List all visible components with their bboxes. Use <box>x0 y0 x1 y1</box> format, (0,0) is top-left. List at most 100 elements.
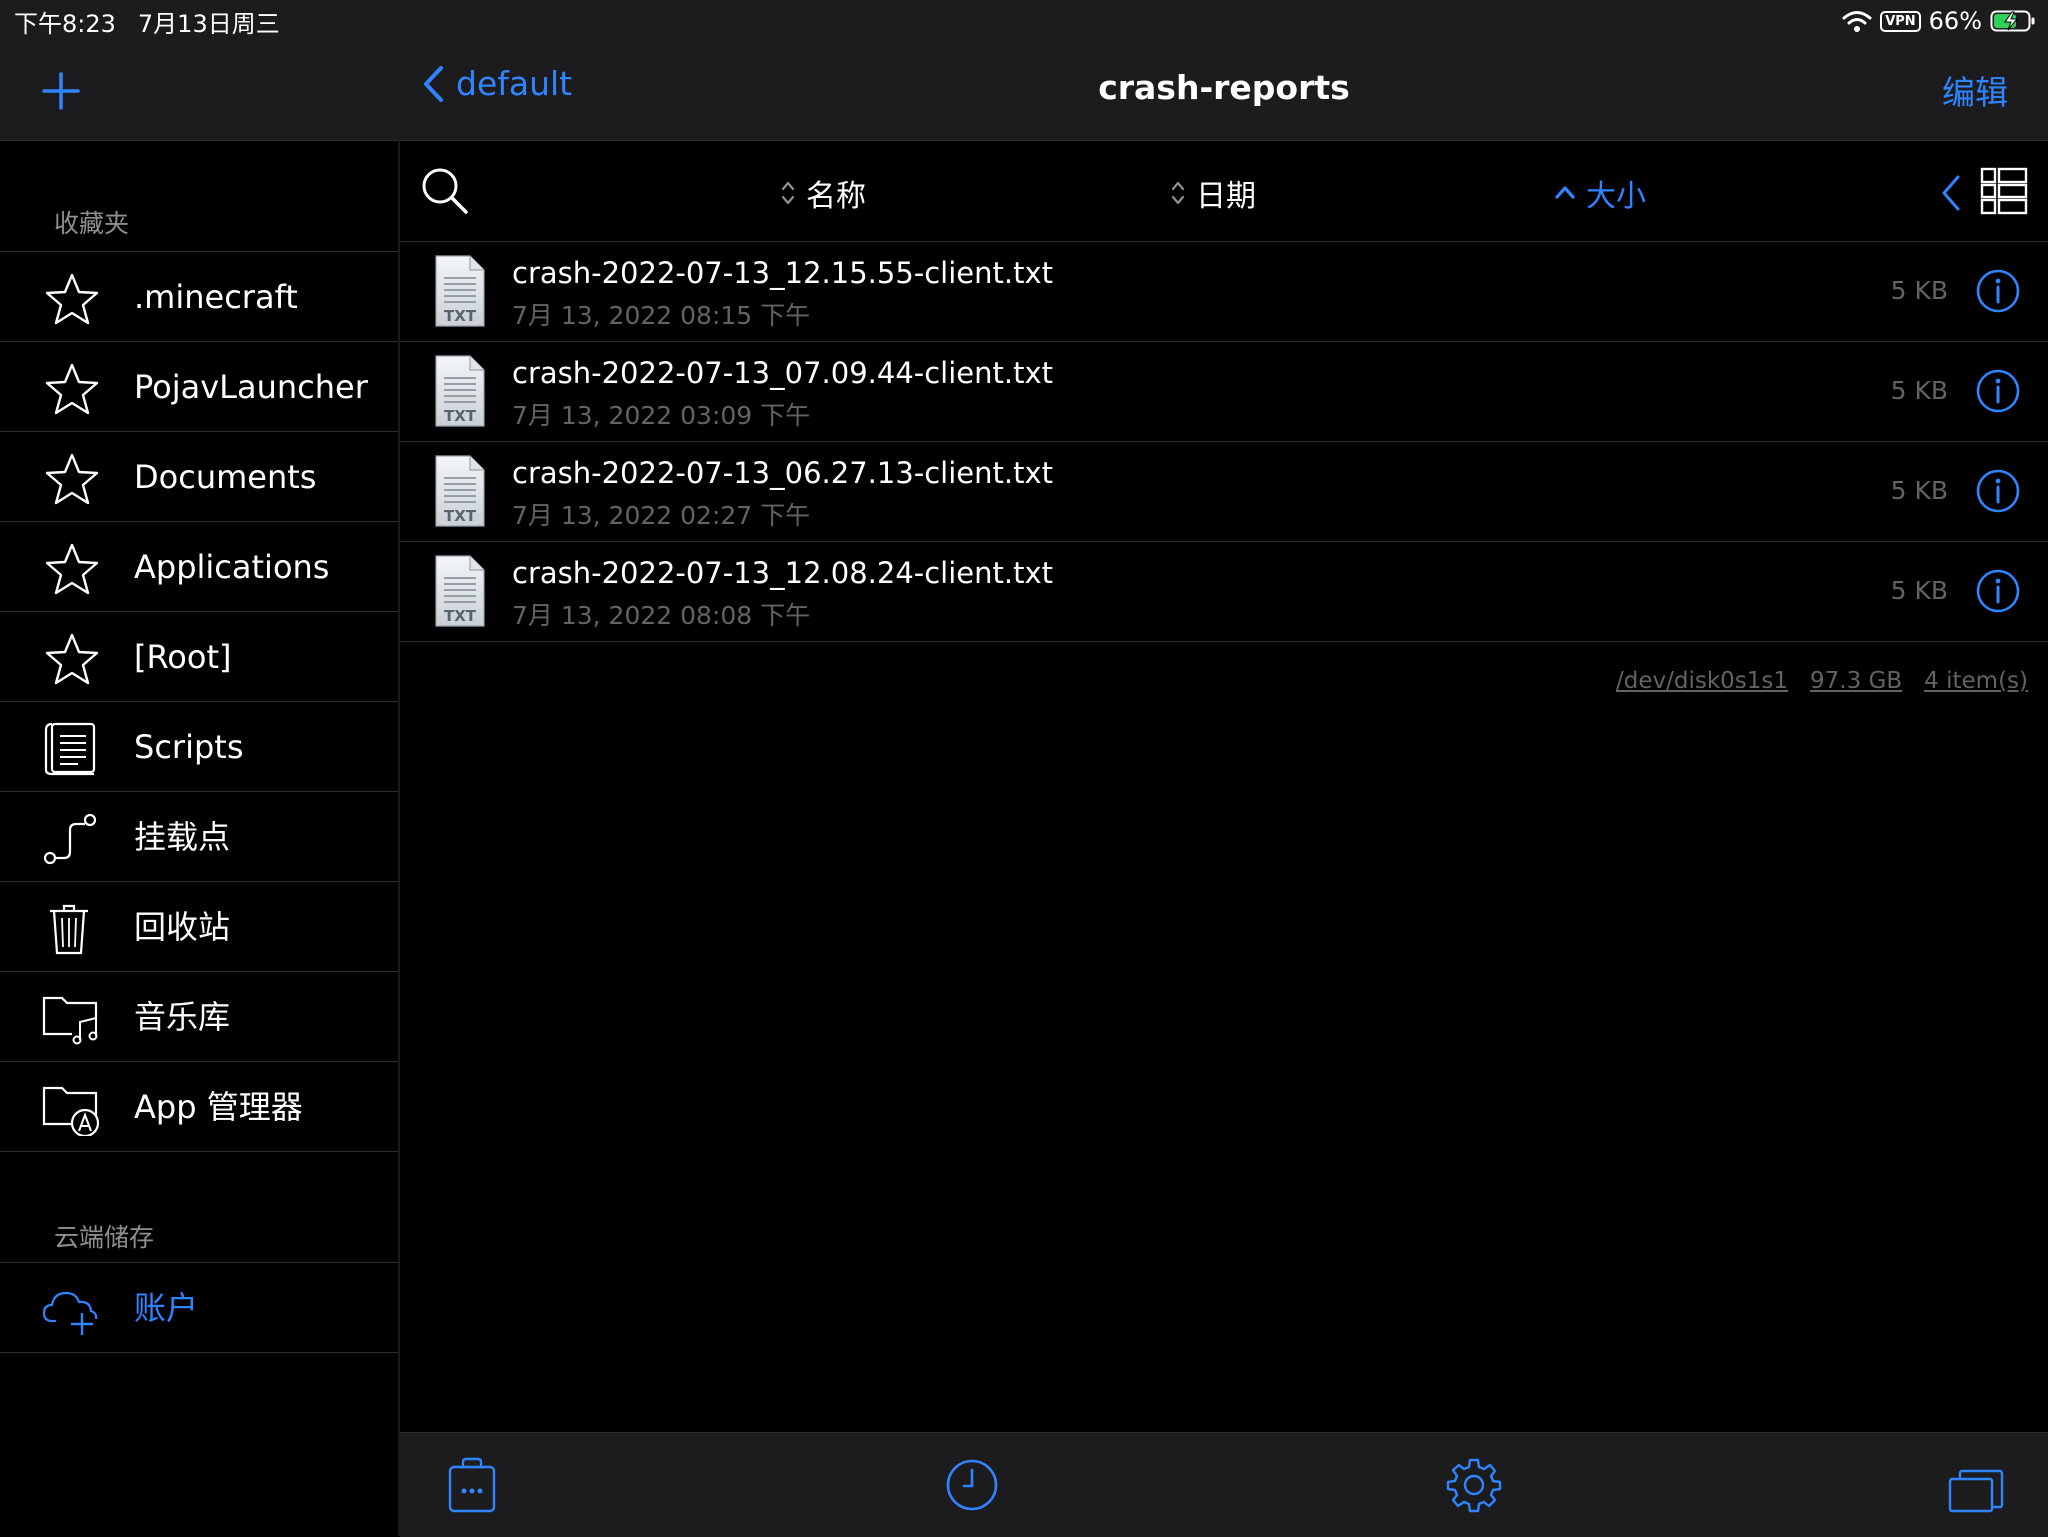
sort-size-label: 大小 <box>1586 179 1646 214</box>
trash-icon <box>42 902 102 956</box>
sidebar-item-label: Scripts <box>134 728 244 766</box>
settings-button[interactable] <box>1446 1457 1502 1513</box>
star-icon <box>42 452 102 506</box>
file-list: TXT crash-2022-07-13_12.15.55-client.txt… <box>400 242 2048 642</box>
search-icon <box>422 168 468 214</box>
sidebar-item-pojavlauncher[interactable]: PojavLauncher <box>0 342 398 432</box>
info-icon <box>1976 469 2020 513</box>
svg-text:TXT: TXT <box>444 507 477 525</box>
file-row[interactable]: TXT crash-2022-07-13_12.08.24-client.txt… <box>400 542 2048 642</box>
info-button[interactable] <box>1976 469 2020 513</box>
sidebar-item-label: Documents <box>134 458 317 496</box>
file-size: 5 KB <box>1890 476 1948 505</box>
windows-button[interactable] <box>1948 1457 2004 1513</box>
file-row[interactable]: TXT crash-2022-07-13_07.09.44-client.txt… <box>400 342 2048 442</box>
txt-file-icon: TXT <box>430 554 490 630</box>
sidebar-item-label: App 管理器 <box>134 1088 303 1126</box>
collapse-sidebar-button[interactable] <box>1938 173 1964 213</box>
sort-by-name-button[interactable]: 名称 <box>780 171 866 215</box>
sidebar-header: 下午8:23 7月13日周三 <box>0 0 398 141</box>
star-icon <box>42 542 102 596</box>
file-row[interactable]: TXT crash-2022-07-13_06.27.13-client.txt… <box>400 442 2048 542</box>
sidebar: 下午8:23 7月13日周三 收藏夹 .minecraft PojavLaunch… <box>0 0 400 1536</box>
file-date: 7月 13, 2022 03:09 下午 <box>512 401 811 430</box>
sidebar-item-mount-points[interactable]: 挂载点 <box>0 792 398 882</box>
sidebar-item-label: 音乐库 <box>134 998 231 1036</box>
file-name: crash-2022-07-13_06.27.13-client.txt <box>512 456 1054 490</box>
sidebar-item-label: [Root] <box>134 638 232 676</box>
sidebar-item-label: Applications <box>134 548 330 586</box>
clipboard-button[interactable] <box>444 1457 500 1513</box>
sidebar-item-trash[interactable]: 回收站 <box>0 882 398 972</box>
search-button[interactable] <box>420 166 470 216</box>
sort-updown-icon <box>781 181 795 205</box>
plus-icon <box>42 72 80 110</box>
file-date: 7月 13, 2022 08:08 下午 <box>512 601 811 630</box>
recent-button[interactable] <box>944 1457 1000 1513</box>
file-date: 7月 13, 2022 08:15 下午 <box>512 301 811 330</box>
sidebar-item-root[interactable]: [Root] <box>0 612 398 702</box>
sidebar-item-label: 回收站 <box>134 908 231 946</box>
wifi-icon <box>1842 9 1872 33</box>
file-row[interactable]: TXT crash-2022-07-13_12.15.55-client.txt… <box>400 242 2048 342</box>
gear-icon <box>1446 1458 1502 1513</box>
info-button[interactable] <box>1976 569 2020 613</box>
sidebar-item-documents[interactable]: Documents <box>0 432 398 522</box>
sort-toolbar: 名称 日期 大小 <box>400 141 2048 242</box>
bottom-toolbar <box>400 1432 2048 1537</box>
cloud-section-title: 云端储存 <box>54 1223 155 1252</box>
status-time: 下午8:23 <box>14 10 116 38</box>
app-folder-icon <box>42 1082 102 1136</box>
sidebar-item-minecraft[interactable]: .minecraft <box>0 252 398 342</box>
sidebar-item-music-library[interactable]: 音乐库 <box>0 972 398 1062</box>
star-icon <box>42 632 102 686</box>
mount-icon <box>42 812 102 866</box>
info-button[interactable] <box>1976 269 2020 313</box>
sidebar-item-applications[interactable]: Applications <box>0 522 398 612</box>
sidebar-item-account[interactable]: 账户 <box>0 1263 398 1353</box>
file-name: crash-2022-07-13_07.09.44-client.txt <box>512 356 1054 390</box>
music-folder-icon <box>42 992 102 1046</box>
vpn-badge: VPN <box>1880 10 1921 32</box>
file-size: 5 KB <box>1890 576 1948 605</box>
device-path-link[interactable]: /dev/disk0s1s1 <box>1616 668 1788 694</box>
txt-file-icon: TXT <box>430 254 490 330</box>
chevron-up-icon <box>1555 186 1575 199</box>
free-space-link[interactable]: 97.3 GB <box>1810 668 1902 694</box>
info-icon <box>1976 269 2020 313</box>
sort-by-size-button[interactable]: 大小 <box>1554 171 1646 215</box>
favorites-section-title: 收藏夹 <box>54 209 130 238</box>
cloud-list: 账户 <box>0 1262 398 1353</box>
svg-text:TXT: TXT <box>444 607 477 625</box>
battery-charging-icon <box>1990 9 2036 33</box>
page-title: crash-reports <box>1098 68 1350 107</box>
battery-percent: 66% <box>1928 7 1982 35</box>
navigation-bar: VPN 66% default crash-reports 编辑 <box>400 0 2048 141</box>
item-count-link[interactable]: 4 item(s) <box>1924 668 2028 694</box>
list-view-toggle[interactable] <box>1980 167 2028 215</box>
add-button[interactable] <box>40 70 82 112</box>
edit-button[interactable]: 编辑 <box>1942 66 2008 114</box>
svg-text:TXT: TXT <box>444 407 477 425</box>
sort-date-label: 日期 <box>1196 179 1256 214</box>
favorites-list: .minecraft PojavLauncher Documents Appli… <box>0 251 398 1152</box>
sidebar-item-scripts[interactable]: Scripts <box>0 702 398 792</box>
file-name: crash-2022-07-13_12.15.55-client.txt <box>512 256 1054 290</box>
sidebar-item-label: PojavLauncher <box>134 368 368 406</box>
main-panel: VPN 66% default crash-reports 编辑 名称 日期 大… <box>400 0 2048 1537</box>
svg-text:TXT: TXT <box>444 307 477 325</box>
info-button[interactable] <box>1976 369 2020 413</box>
sidebar-item-label: .minecraft <box>134 278 298 316</box>
sidebar-item-label: 挂载点 <box>134 818 231 856</box>
scroll-icon <box>42 722 102 776</box>
clock-icon <box>946 1459 998 1511</box>
star-icon <box>42 272 102 326</box>
sort-by-date-button[interactable]: 日期 <box>1170 171 1256 215</box>
status-date: 7月13日周三 <box>137 10 280 38</box>
sidebar-item-app-manager[interactable]: App 管理器 <box>0 1062 398 1152</box>
sidebar-item-label: 账户 <box>134 1289 199 1327</box>
cloud-add-icon <box>42 1283 102 1337</box>
star-icon <box>42 362 102 416</box>
file-name: crash-2022-07-13_12.08.24-client.txt <box>512 556 1054 590</box>
sort-name-label: 名称 <box>806 179 866 214</box>
